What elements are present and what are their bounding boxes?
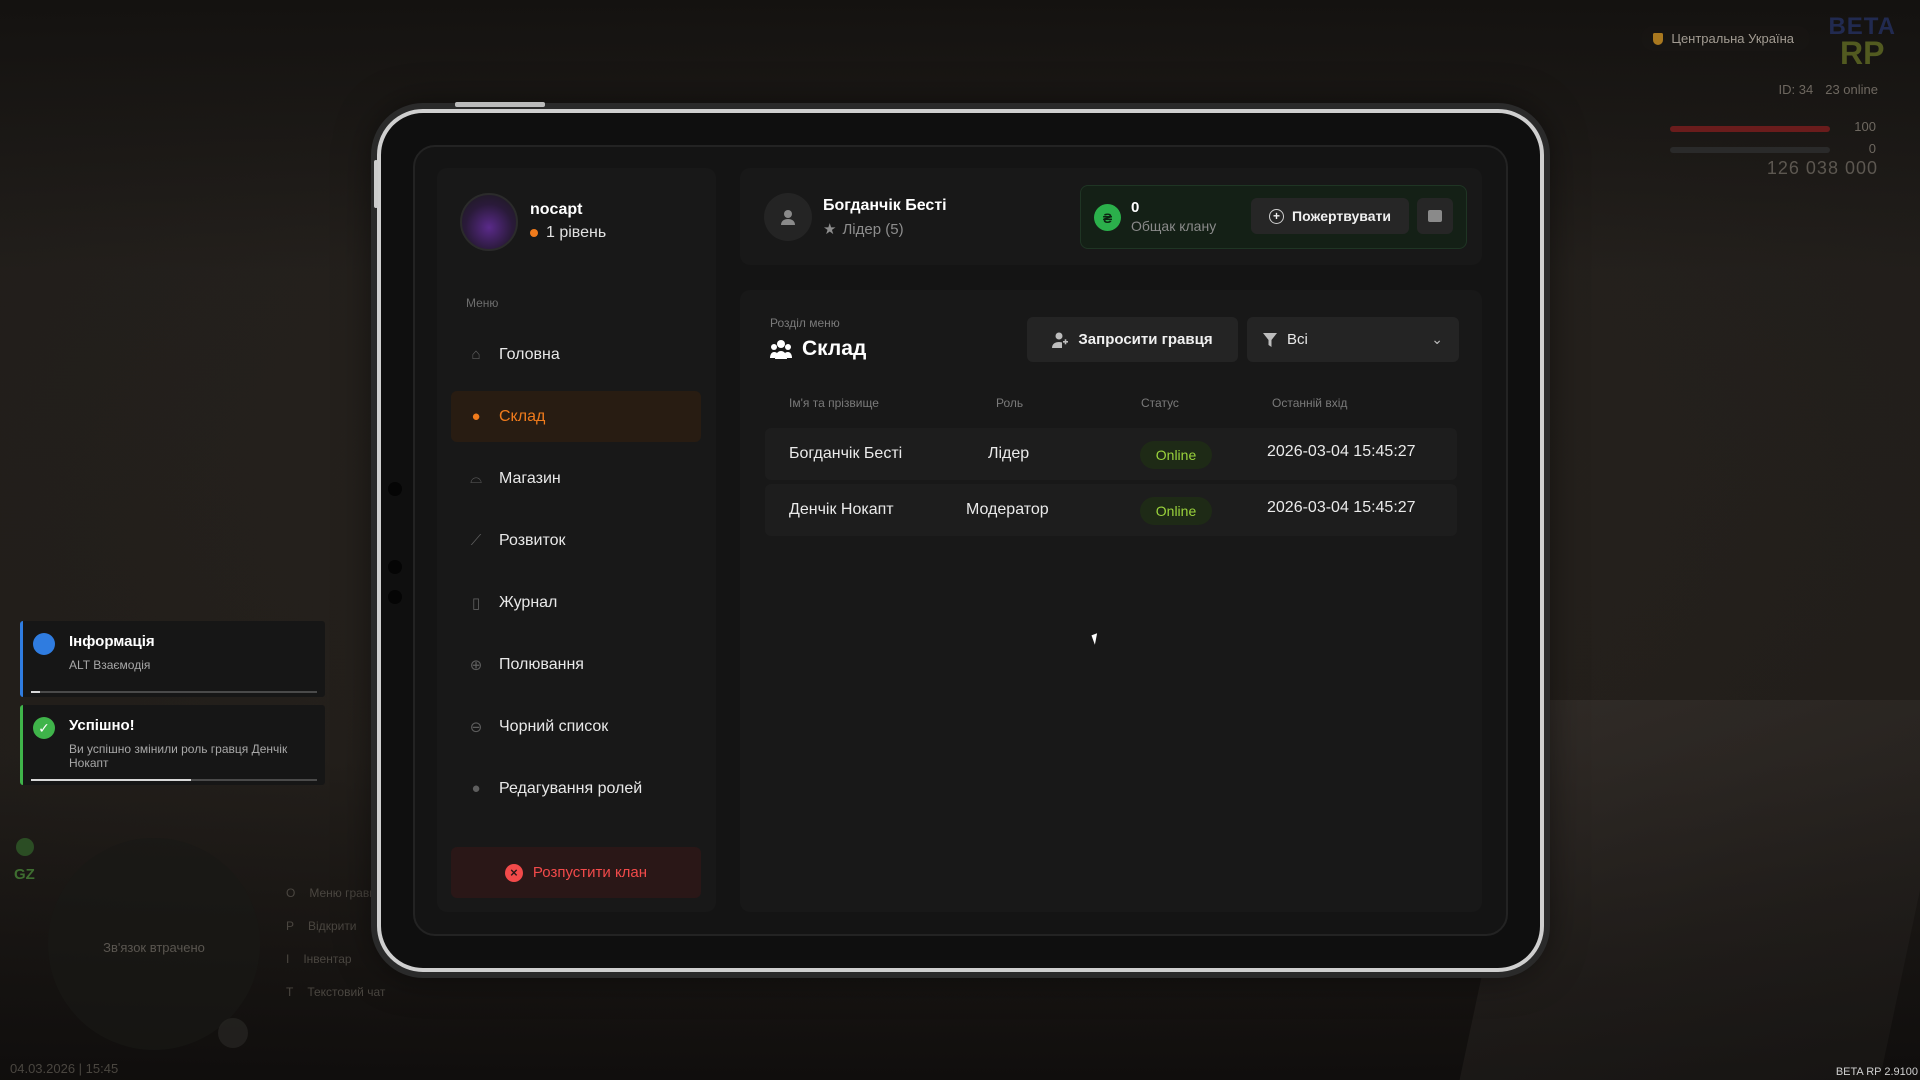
plus-icon: + — [1269, 208, 1285, 224]
member-name: Денчік Нокапт — [789, 501, 894, 518]
star-icon: ★ — [823, 221, 837, 238]
level-dot-icon — [530, 229, 538, 237]
member-last-login: 2026-03-04 15:45:27 — [1267, 499, 1416, 516]
crosshair-icon: ⊕ — [469, 656, 483, 674]
member-name: Богданчік Бесті — [789, 445, 903, 462]
money-display: 126 038 000 — [1766, 158, 1878, 178]
build-version: BETA RP 2.9100 — [1835, 1066, 1918, 1078]
sidebar-item-home[interactable]: ⌂ Головна — [451, 329, 701, 380]
bank-label: Общак клану — [1131, 218, 1217, 234]
currency-icon: ₴ — [1094, 204, 1121, 231]
profile-level: 1 рівень — [530, 224, 606, 242]
avatar — [460, 193, 518, 251]
ban-icon: ⊖ — [469, 718, 483, 736]
book-icon: ▯ — [471, 594, 481, 612]
lightbulb-icon — [33, 633, 55, 655]
datetime: 04.03.2026 | 15:45 — [10, 1061, 119, 1076]
notification-progress — [31, 691, 317, 693]
sidebar-item-blacklist[interactable]: ⊖ Чорний список — [451, 701, 701, 752]
hotkey-hint: P Відкрити — [286, 919, 357, 933]
donate-button[interactable]: + Пожертвувати — [1251, 198, 1409, 234]
notification-success: ✓ Успішно! Ви успішно змінили роль гравц… — [20, 705, 325, 785]
minimap-status: Зв'язок втрачено — [103, 940, 205, 955]
chart-line-icon: ⟋ — [470, 532, 482, 549]
disband-clan-button[interactable]: × Розпустити клан — [451, 847, 701, 898]
hotkey-hints: O Меню гравця P Відкрити I Інвентар T Тексто… — [286, 886, 385, 1018]
column-header-last-login: Останній вхід — [1272, 396, 1348, 410]
hotkey-hint: O Меню гравця — [286, 886, 383, 900]
member-last-login: 2026-03-04 15:45:27 — [1267, 443, 1416, 460]
close-icon: × — [504, 863, 523, 882]
player-id: ID: 34 — [1778, 82, 1814, 97]
sidebar-item-development[interactable]: ⟋ Розвиток — [451, 515, 701, 566]
online-count: 23 online — [1825, 82, 1878, 97]
chevron-down-icon: ⌄ — [1431, 331, 1443, 347]
player-id-online: ID: 34 23 online — [1779, 82, 1878, 97]
region-name: Центральна Україна — [1671, 31, 1794, 46]
sidebar-item-journal[interactable]: ▯ Журнал — [451, 577, 701, 628]
archive-icon — [1428, 210, 1442, 222]
tablet-button-side — [374, 160, 378, 208]
shield-icon — [1653, 32, 1664, 45]
page-title: Склад — [770, 337, 866, 361]
armor-bar — [1670, 147, 1830, 153]
status-badge: Online — [1140, 441, 1212, 469]
hotkey-hint: T Текстовий чат — [286, 985, 386, 999]
hotkey-hint: I Інвентар — [286, 952, 352, 966]
tablet-camera-dot — [388, 560, 402, 574]
column-header-role: Роль — [996, 396, 1024, 410]
region-indicator: Центральна Україна — [1641, 26, 1810, 51]
bank-value: 0 — [1131, 199, 1140, 216]
user-icon — [764, 193, 812, 241]
zone-label: GZ — [14, 866, 35, 883]
zone-icon — [16, 838, 34, 856]
server-logo: BETA RP — [1828, 13, 1896, 71]
roster-panel — [740, 290, 1482, 912]
notification-info: Інформація ALT Взаємодія — [20, 621, 325, 697]
sidebar-item-role-editing[interactable]: ● Редагування ролей — [451, 763, 701, 814]
member-role: Лідер — [988, 445, 1030, 462]
notification-progress — [31, 779, 317, 781]
invite-player-button[interactable]: Запросити гравця — [1027, 317, 1238, 362]
basket-icon: ⌓ — [470, 470, 482, 487]
team-icon: ● — [471, 408, 481, 425]
check-icon: ✓ — [33, 717, 55, 739]
leader-role: ★ Лідер (5) — [823, 220, 904, 239]
microphone-icon — [218, 1018, 248, 1048]
sidebar-item-shop[interactable]: ⌓ Магазин — [451, 453, 701, 504]
sidebar-item-hunting[interactable]: ⊕ Полювання — [451, 639, 701, 690]
column-header-name: Ім'я та прізвище — [789, 396, 879, 410]
column-header-status: Статус — [1141, 396, 1179, 410]
section-caption: Розділ меню — [770, 316, 840, 330]
user-edit-icon: ● — [471, 780, 481, 797]
tablet-button-top — [455, 102, 545, 107]
profile-name: nocapt — [530, 201, 583, 218]
tablet-camera-dot — [388, 482, 402, 496]
team-icon — [770, 340, 792, 359]
filter-icon — [1263, 332, 1277, 347]
member-role: Модератор — [966, 501, 1049, 518]
archive-button[interactable] — [1417, 198, 1453, 234]
status-filter-select[interactable]: Всі ⌄ — [1247, 317, 1459, 362]
sidebar-item-roster[interactable]: ● Склад — [451, 391, 701, 442]
add-user-icon — [1052, 332, 1069, 348]
armor-value: 0 — [1868, 141, 1876, 156]
tablet-camera-dot — [388, 590, 402, 604]
health-bar — [1670, 126, 1830, 132]
home-icon: ⌂ — [471, 346, 481, 363]
leader-name: Богданчік Бесті — [823, 197, 947, 214]
menu-caption: Меню — [466, 296, 499, 310]
health-value: 100 — [1854, 119, 1876, 134]
status-badge: Online — [1140, 497, 1212, 525]
